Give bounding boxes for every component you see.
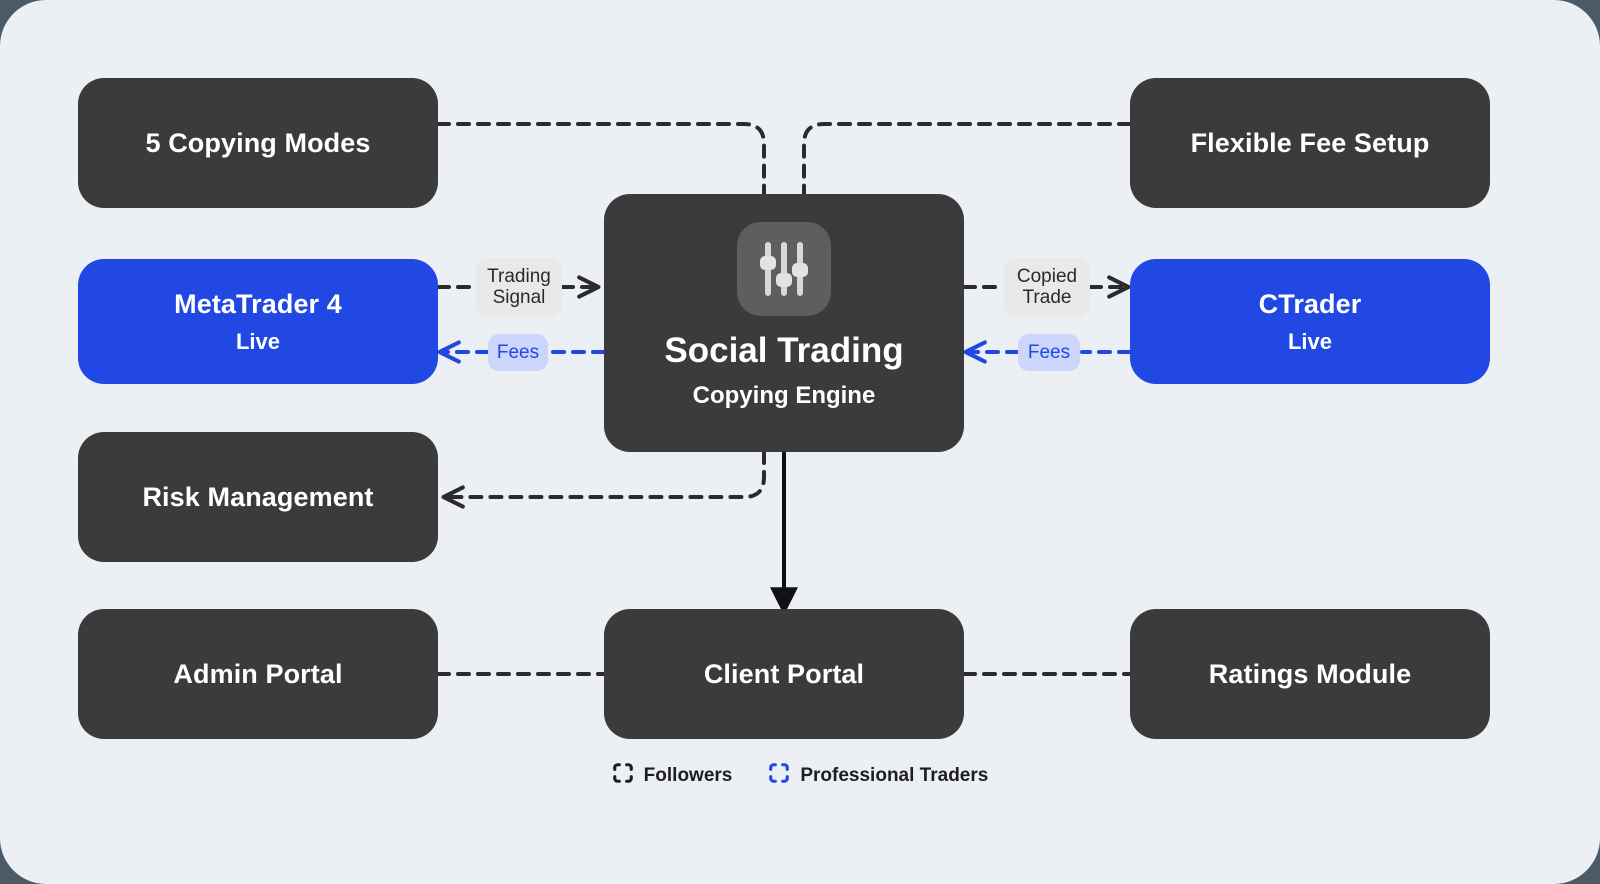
node-client-portal-title: Client Portal [703, 658, 865, 689]
node-metatrader-4[interactable]: MetaTrader 4 Live [78, 259, 438, 384]
node-ratings-module-title: Ratings Module [1208, 658, 1412, 689]
edge-label-copied-trade: Copied Trade [1004, 258, 1090, 316]
edge-label-copied-trade-text: Copied Trade [1016, 265, 1078, 308]
node-risk-management[interactable]: Risk Management [78, 432, 438, 562]
node-admin-portal[interactable]: Admin Portal [78, 609, 438, 739]
legend-label-followers: Followers [643, 764, 733, 786]
edge-flexible-fee-to-hub [802, 122, 1132, 196]
node-risk-management-title: Risk Management [142, 481, 374, 512]
node-social-trading-engine[interactable]: Social Trading Copying Engine [604, 194, 964, 452]
edge-label-fees-right: Fees [1018, 334, 1080, 371]
edge-hub-to-risk-management [441, 450, 766, 509]
node-client-portal[interactable]: Client Portal [604, 609, 964, 739]
node-ctrader-status: Live [1287, 328, 1333, 354]
node-copying-modes[interactable]: 5 Copying Modes [78, 78, 438, 208]
node-metatrader-4-title: MetaTrader 4 [174, 289, 342, 320]
legend: Followers Professional Traders [0, 762, 1600, 789]
legend-item-followers: Followers [612, 762, 733, 789]
legend-label-professional-traders: Professional Traders [800, 764, 989, 786]
legend-item-professional-traders: Professional Traders [768, 762, 988, 789]
edge-label-trading-signal-text: Trading Signal [487, 265, 551, 308]
hub-subtitle: Copying Engine [692, 381, 876, 409]
edge-label-fees-left-text: Fees [496, 341, 540, 363]
sliders-icon [737, 222, 831, 316]
edge-label-trading-signal: Trading Signal [476, 258, 562, 316]
frame-corners-icon [768, 762, 790, 789]
hub-title: Social Trading [664, 331, 904, 370]
edge-label-fees-left: Fees [488, 334, 548, 371]
node-flexible-fee-setup-title: Flexible Fee Setup [1190, 127, 1430, 158]
edge-copying-modes-to-hub [436, 122, 766, 196]
frame-corners-icon [612, 762, 634, 789]
node-admin-portal-title: Admin Portal [173, 658, 343, 689]
node-ctrader[interactable]: CTrader Live [1130, 259, 1490, 384]
node-ratings-module[interactable]: Ratings Module [1130, 609, 1490, 739]
node-copying-modes-title: 5 Copying Modes [145, 127, 371, 158]
diagram-panel: 5 Copying Modes Flexible Fee Setup MetaT… [0, 0, 1600, 884]
node-flexible-fee-setup[interactable]: Flexible Fee Setup [1130, 78, 1490, 208]
node-ctrader-title: CTrader [1258, 289, 1362, 320]
node-metatrader-4-status: Live [235, 328, 281, 354]
diagram-canvas: 5 Copying Modes Flexible Fee Setup MetaT… [0, 0, 1600, 884]
edge-label-fees-right-text: Fees [1027, 341, 1071, 363]
